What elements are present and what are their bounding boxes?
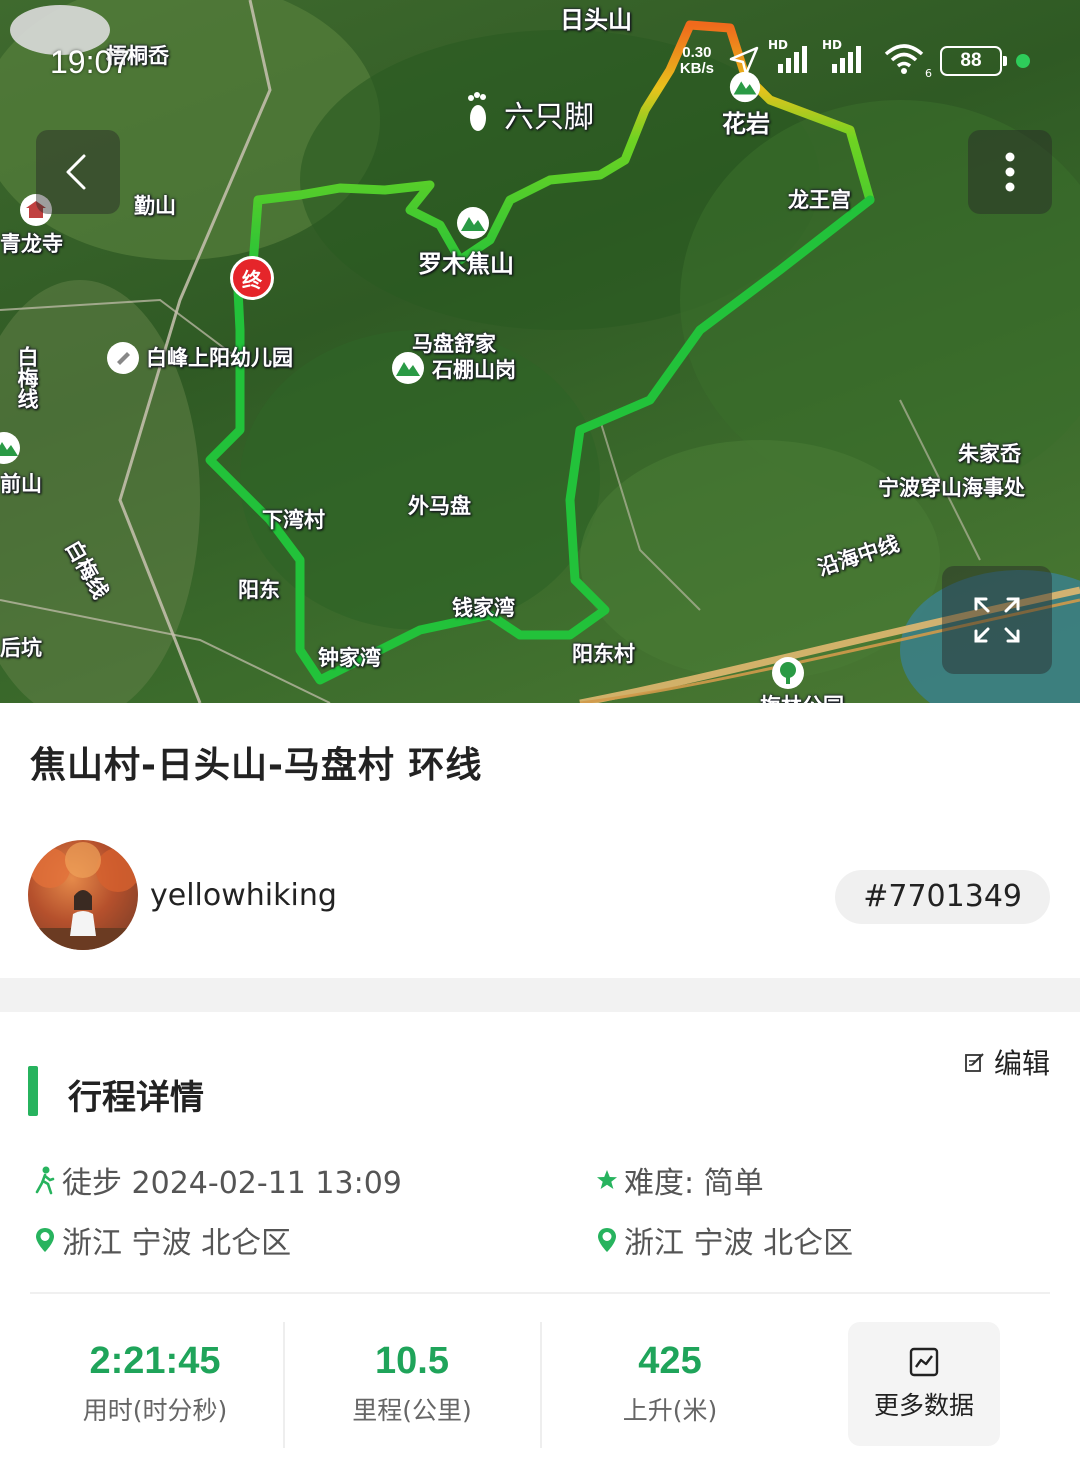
school-poi-icon[interactable] <box>105 340 141 376</box>
map-label: 白梅线 <box>15 346 39 409</box>
stat-separator <box>283 1322 285 1448</box>
chevron-left-icon <box>66 154 86 190</box>
map-label: 钟家湾 <box>318 646 381 670</box>
route-end-marker[interactable]: 终 <box>230 256 274 300</box>
map-label: 钱家湾 <box>452 596 515 620</box>
edit-label: 编辑 <box>993 1047 1050 1080</box>
route-id-badge[interactable]: #7701349 <box>835 870 1050 924</box>
battery-level: 88 <box>960 50 982 71</box>
net-speed-unit: KB/s <box>679 60 714 77</box>
wifi-status: 6 <box>882 42 932 80</box>
map-label: 龙王宫 <box>788 188 851 212</box>
map-label: 外马盘 <box>408 494 471 518</box>
stat-separator <box>540 1322 542 1448</box>
stat-ascent: 425 上升(米) <box>545 1340 795 1427</box>
status-icons: 0.30 KB/s HD HD 6 88 <box>680 38 1030 80</box>
fullscreen-button[interactable] <box>942 566 1052 674</box>
end-pin-icon <box>594 1225 620 1255</box>
difficulty-text: 难度: 简单 <box>624 1166 764 1201</box>
hd-badge: HD <box>822 38 843 52</box>
status-time: 19:07 <box>50 44 131 80</box>
map-label: 白峰上阳幼儿园 <box>146 346 293 370</box>
footprint-icon <box>468 92 486 131</box>
map-label: 六只脚 <box>504 100 594 135</box>
end-location-text: 浙江 宁波 北仑区 <box>624 1226 854 1261</box>
edit-button[interactable]: 编辑 <box>964 1042 1050 1082</box>
privacy-dot <box>1016 54 1030 68</box>
map-label: 下湾村 <box>262 508 325 532</box>
stat-value: 425 <box>638 1340 702 1382</box>
map-label: 阳东 <box>238 578 280 602</box>
activity-text: 徒步 2024-02-11 13:09 <box>62 1166 402 1201</box>
cellular-signal-1: HD <box>768 38 814 78</box>
expand-icon <box>974 597 1020 643</box>
chart-icon <box>909 1347 939 1377</box>
map-label: 青龙寺 <box>0 232 63 256</box>
wifi-generation: 6 <box>925 67 932 80</box>
stat-duration: 2:21:45 用时(时分秒) <box>30 1340 280 1427</box>
more-data-button[interactable]: 更多数据 <box>848 1322 1000 1446</box>
map-label: 石棚山岗 <box>432 358 516 382</box>
map-label: 前山 <box>0 472 42 496</box>
wifi-icon <box>884 44 924 74</box>
map-label: 阳东村 <box>572 642 635 666</box>
username[interactable]: yellowhiking <box>150 878 337 913</box>
mountain-poi-icon[interactable] <box>455 205 491 241</box>
park-poi-icon[interactable] <box>770 655 806 691</box>
map-label: 花岩 <box>722 110 770 138</box>
stat-label: 里程(公里) <box>352 1396 472 1425</box>
stat-value: 10.5 <box>375 1340 449 1382</box>
map-label: 梅林公园 <box>760 690 844 703</box>
difficulty-info: 难度: 简单 <box>594 1158 764 1202</box>
section-divider <box>0 978 1080 1012</box>
battery-indicator: 88 <box>940 46 1007 76</box>
star-icon <box>594 1165 620 1195</box>
avatar-photo <box>28 842 138 950</box>
map-label: 罗木焦山 <box>418 250 514 278</box>
map-label: 日头山 <box>560 6 632 34</box>
vertical-dots-icon <box>1005 152 1015 192</box>
start-location-info: 浙江 宁波 北仑区 <box>32 1218 291 1262</box>
start-location-text: 浙江 宁波 北仑区 <box>62 1226 292 1261</box>
map-label: 宁波穿山海事处 <box>878 476 1025 500</box>
edit-icon <box>965 1053 984 1072</box>
location-arrow-icon <box>729 46 759 76</box>
avatar[interactable] <box>28 840 138 950</box>
stat-label: 上升(米) <box>622 1396 718 1425</box>
hiking-icon <box>32 1165 58 1195</box>
map-label: 朱家岙 <box>958 442 1021 466</box>
hd-badge: HD <box>768 38 789 52</box>
end-location-info: 浙江 宁波 北仑区 <box>594 1218 853 1262</box>
divider <box>30 1292 1050 1294</box>
stat-distance: 10.5 里程(公里) <box>287 1340 537 1427</box>
end-marker-label: 终 <box>242 267 262 292</box>
back-button[interactable] <box>36 130 120 214</box>
activity-info: 徒步 2024-02-11 13:09 <box>32 1158 402 1202</box>
network-speed: 0.30 KB/s <box>680 45 714 77</box>
net-speed-value: 0.30 <box>682 44 712 61</box>
stat-value: 2:21:45 <box>89 1340 221 1382</box>
more-data-label: 更多数据 <box>873 1391 974 1420</box>
section-accent-bar <box>28 1066 38 1116</box>
section-title: 行程详情 <box>68 1078 204 1118</box>
map-label: 勤山 <box>134 194 176 218</box>
more-options-button[interactable] <box>968 130 1052 214</box>
cellular-signal-2: HD <box>822 38 868 78</box>
mountain-poi-icon[interactable] <box>0 430 22 466</box>
route-title: 焦山村-日头山-马盘村 环线 <box>30 745 483 786</box>
route-map[interactable]: 终 日头山 花岩 龙王宫 六只脚 勤山 青龙寺 罗木焦山 马盘舒家 石棚山岗 白… <box>0 0 1080 703</box>
start-pin-icon <box>32 1225 58 1255</box>
stat-label: 用时(时分秒) <box>82 1396 228 1425</box>
map-label: 后坑 <box>0 636 42 660</box>
